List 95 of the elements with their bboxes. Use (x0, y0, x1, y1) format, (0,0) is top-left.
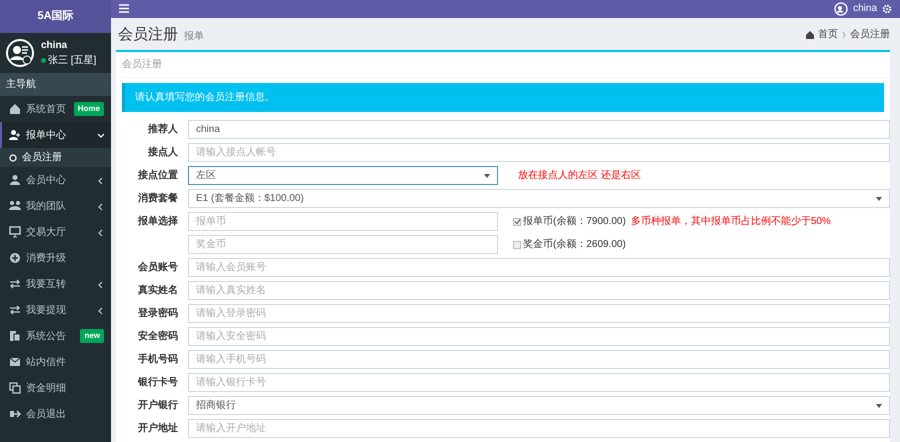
form-label: 推荐人 (146, 122, 178, 137)
sidebar-label: 交易大厅 (26, 226, 67, 240)
caret-icon (484, 174, 490, 178)
form-label: 报单选择 (136, 214, 178, 229)
form-label: 登录密码 (136, 306, 178, 321)
plus-circle-icon (9, 252, 21, 264)
input-field[interactable]: 请输入开户地址 (188, 419, 890, 438)
input-field[interactable]: 请输入手机号码 (188, 350, 890, 369)
input-field[interactable]: 请输入登录密码 (188, 304, 890, 323)
caret-icon (876, 196, 882, 200)
form-label: 会员账号 (137, 260, 178, 275)
home-icon (806, 30, 814, 38)
select-field[interactable]: 左区 (188, 166, 498, 185)
nav-header: 主导航 (0, 73, 111, 96)
form-label: 手机号码 (137, 352, 178, 367)
home-icon (9, 103, 21, 115)
checkbox-label: 奖金币(余额：2609.00) (523, 238, 626, 252)
page-subtitle: 报单 (184, 30, 204, 44)
form-label: 开户银行 (137, 398, 178, 413)
users-icon (9, 200, 21, 212)
form-label: 接点人 (146, 146, 178, 160)
form-label: 安全密码 (137, 329, 178, 344)
card-title: 会员注册 (116, 52, 890, 78)
input-field[interactable]: 请输入会员账号 (188, 258, 890, 277)
caret-icon (876, 404, 882, 408)
user-status: 张三 [五星] (48, 54, 96, 68)
sidebar-item[interactable]: 我要互转 (0, 271, 111, 297)
sidebar-label: 系统首页 (26, 102, 67, 116)
sidebar-item[interactable]: 报单中心 (0, 122, 111, 148)
form-label: 真实姓名 (137, 283, 178, 298)
input-field[interactable]: 请输入银行卡号 (188, 373, 890, 392)
input-field[interactable]: 请输入真实姓名 (188, 281, 890, 300)
input-field[interactable]: 报单币 (188, 212, 498, 231)
sidebar-label: 资金明细 (26, 382, 67, 396)
form-label: 接点位置 (136, 168, 178, 183)
page-title: 会员注册 (118, 24, 178, 44)
sidebar-item[interactable]: 系统首页 Home (0, 96, 111, 122)
sign-out-icon (9, 408, 21, 420)
sidebar-label: 系统公告 (26, 330, 67, 344)
sidebar-label: 我要提现 (26, 304, 67, 318)
sidebar-item[interactable]: 我要提现 (0, 297, 111, 323)
check-icon (514, 218, 520, 225)
sidebar-label: 站内信件 (26, 356, 67, 370)
submenu-item[interactable]: 会员注册 (0, 148, 111, 167)
envelope-icon (9, 356, 21, 368)
input-field[interactable]: 奖金币 (188, 235, 498, 254)
form-label: 开户地址 (137, 421, 178, 436)
sidebar-label: 会员退出 (26, 408, 67, 422)
exchange-icon (9, 304, 21, 316)
user-name: china (41, 39, 68, 53)
checkbox[interactable] (513, 240, 521, 248)
submenu-label: 会员注册 (22, 150, 62, 165)
brand-logo[interactable]: 5A国际 (0, 0, 111, 33)
sidebar-label: 消费升级 (26, 252, 67, 266)
user-avatar-icon (5, 38, 35, 68)
hint-text: 放在接点人的左区 还是右区 (518, 168, 641, 183)
checkbox-label: 报单币(余额：7900.00) (523, 214, 626, 229)
breadcrumb-link[interactable]: 首页 (818, 27, 838, 42)
input-field[interactable]: 请输入接点人帐号 (188, 143, 890, 162)
checkbox[interactable] (513, 218, 521, 226)
sidebar-badge: Home (74, 102, 104, 116)
hint-text: 多币种报单，其中报单币占比例不能少于50% (630, 214, 831, 229)
sidebar-item[interactable]: 站内信件 (0, 349, 111, 375)
sidebar-item[interactable]: 消费升级 (0, 245, 111, 271)
sidebar-label: 我的团队 (26, 200, 67, 214)
sidebar-label: 会员中心 (26, 174, 67, 188)
separator-icon (842, 30, 846, 38)
menu-icon[interactable] (119, 4, 129, 14)
settings-icon[interactable] (882, 4, 892, 14)
info-callout: 请认真填写您的会员注册信息。 (122, 83, 884, 112)
input-field[interactable]: china (188, 120, 890, 139)
user-icon (9, 174, 21, 186)
sidebar-item[interactable]: 会员退出 (0, 401, 111, 427)
sidebar-item[interactable]: 资金明细 (0, 375, 111, 401)
copy-icon (9, 382, 21, 394)
form-label: 消费套餐 (137, 192, 178, 206)
sidebar-badge: new (80, 329, 104, 343)
circle-icon (9, 154, 17, 162)
monitor-icon (9, 226, 21, 238)
sidebar-item[interactable]: 会员中心 (0, 167, 111, 193)
sidebar-label: 我要互转 (26, 278, 67, 292)
sidebar-item[interactable]: 系统公告 new (0, 323, 111, 349)
input-field[interactable]: 请输入安全密码 (188, 327, 890, 346)
select-field[interactable]: E1 (套餐金额：$100.00) (188, 189, 890, 208)
exchange-icon (9, 278, 21, 290)
form-label: 银行卡号 (136, 376, 178, 390)
sidebar-item[interactable]: 我的团队 (0, 193, 111, 219)
user-plus-icon (9, 129, 21, 141)
document-icon (9, 330, 21, 342)
breadcrumb-link[interactable]: 会员注册 (850, 27, 890, 42)
sidebar-label: 报单中心 (26, 128, 67, 142)
top-user-name[interactable]: china (853, 1, 877, 16)
user-avatar-icon[interactable] (834, 2, 848, 16)
select-field[interactable]: 招商银行 (188, 396, 890, 415)
sidebar-item[interactable]: 交易大厅 (0, 219, 111, 245)
